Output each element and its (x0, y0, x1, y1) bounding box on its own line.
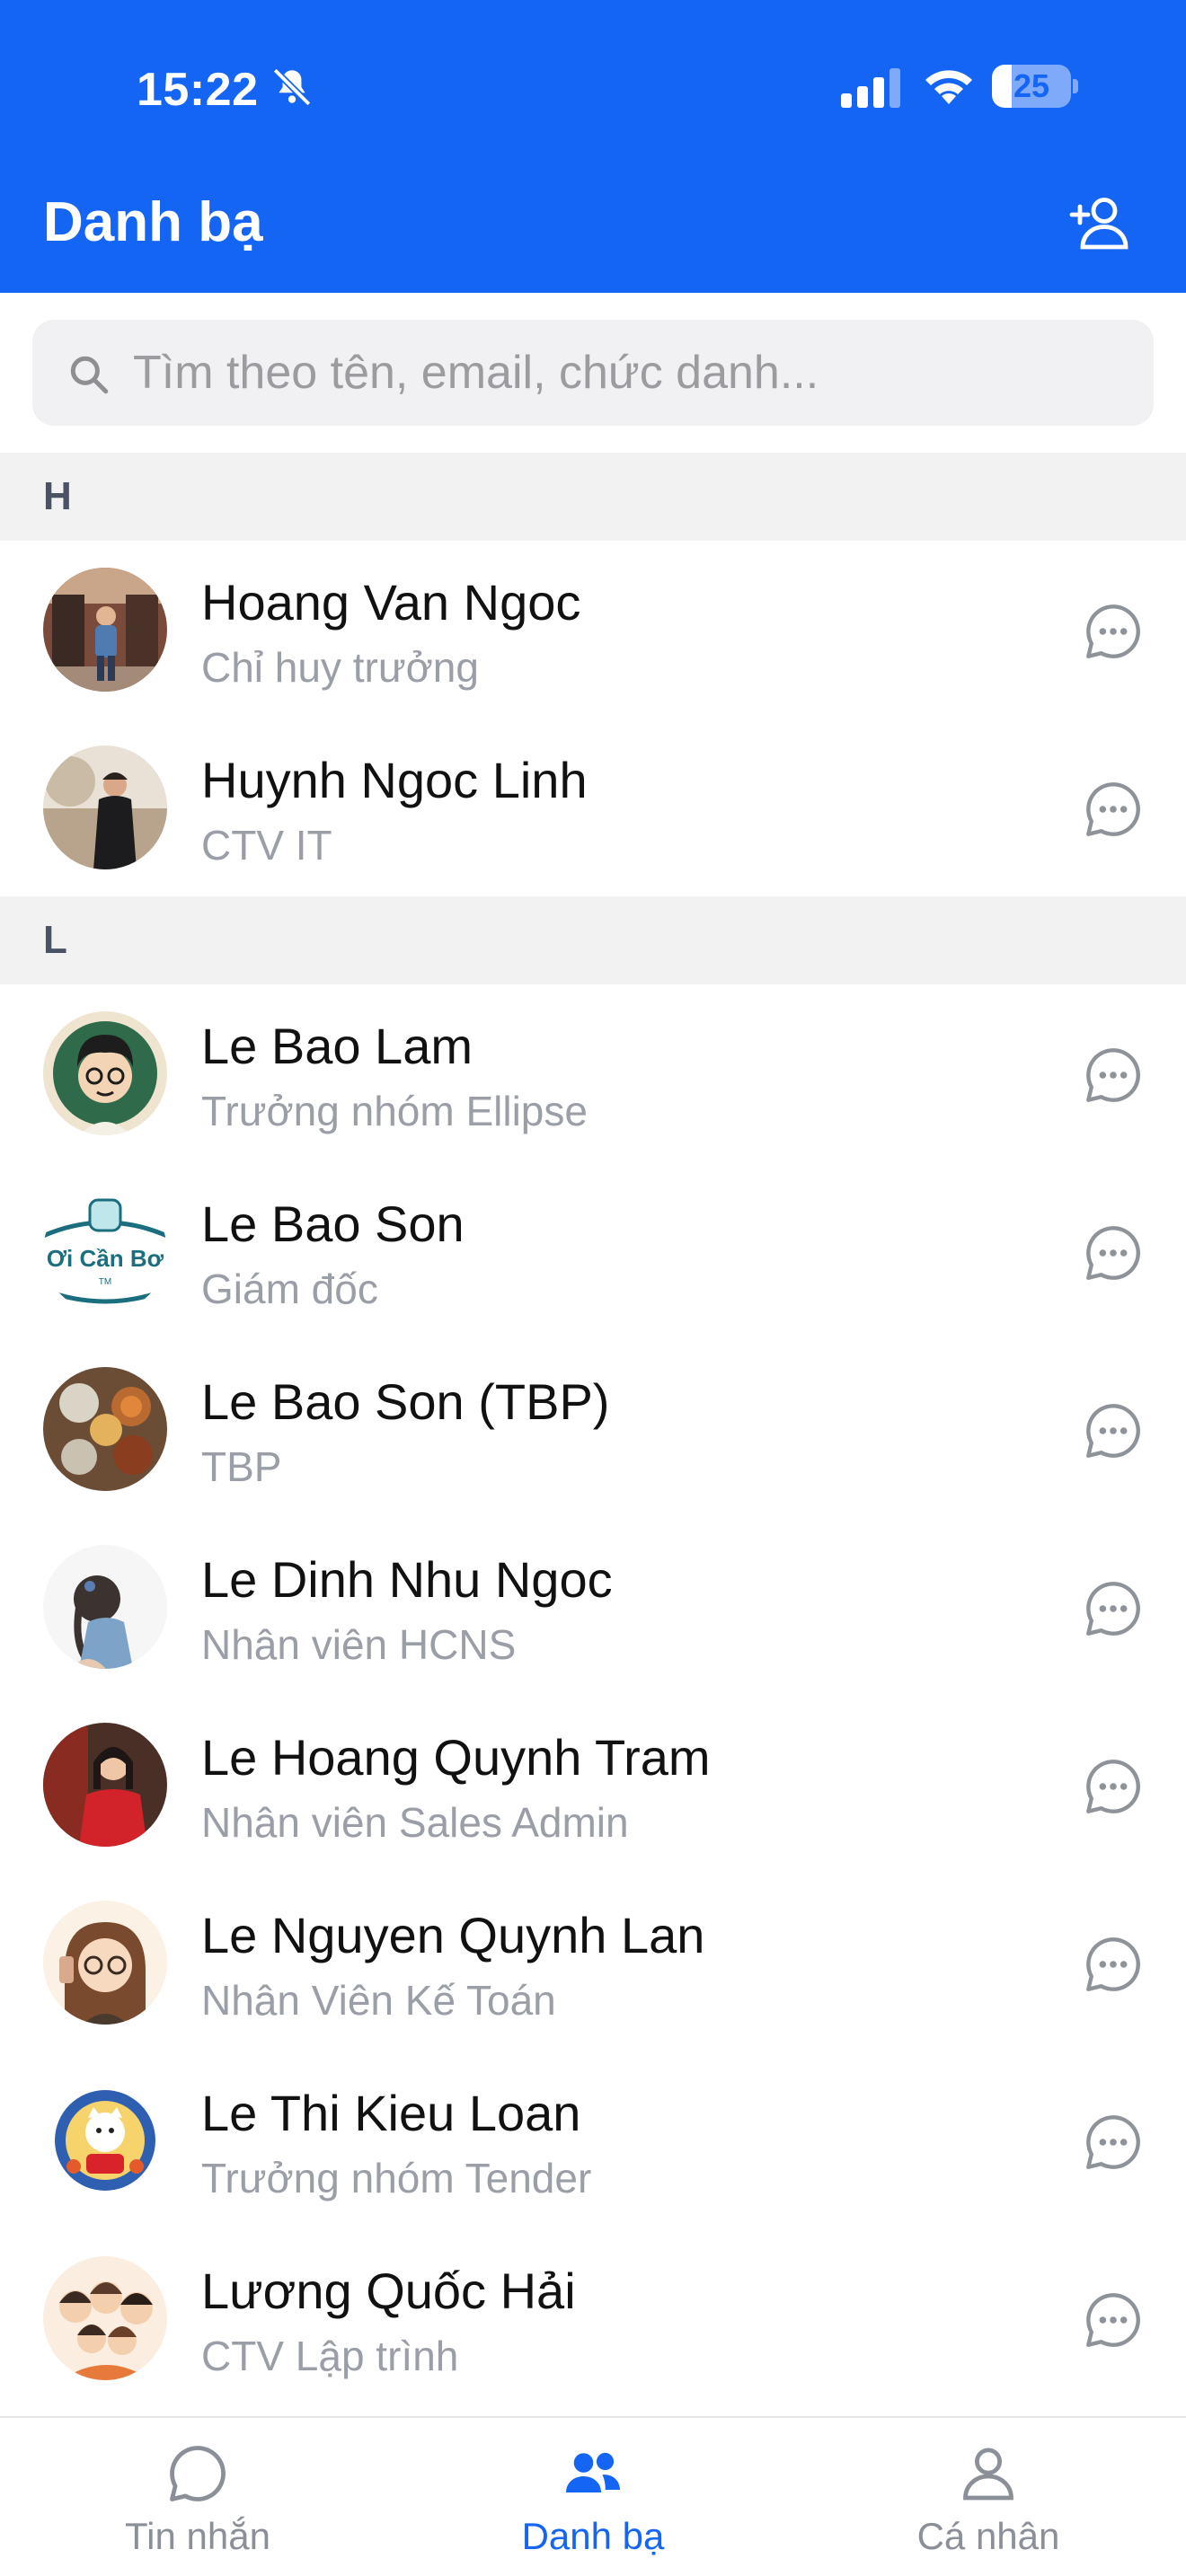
avatar: Ơi Cần Bơ TM (43, 1189, 167, 1313)
chat-bubble-icon[interactable] (1082, 778, 1145, 841)
contact-name: Le Bao Son (201, 1195, 465, 1252)
search-icon (70, 356, 109, 394)
search-input[interactable] (133, 320, 1130, 426)
contacts-icon (566, 2452, 620, 2492)
wifi-icon (925, 70, 972, 104)
avatar (43, 1545, 167, 1669)
contact-title: Nhân viên Sales Admin (201, 1799, 629, 1846)
contact-name: Le Dinh Nhu Ngoc (201, 1551, 613, 1608)
contact-title: Trưởng nhóm Tender (201, 2155, 592, 2201)
contact-row[interactable]: Le Dinh Nhu Ngoc Nhân viên HCNS (0, 1518, 1186, 1696)
chat-bubble-icon[interactable] (1082, 2111, 1145, 2174)
chat-bubble-icon[interactable] (1082, 1933, 1145, 1996)
chat-bubble-icon[interactable] (1082, 1399, 1145, 1462)
contact-title: CTV IT (201, 822, 332, 869)
contact-name: Le Thi Kieu Loan (201, 2085, 581, 2141)
contact-title: Nhân Viên Kế Toán (201, 1977, 556, 2024)
add-person-icon[interactable] (1069, 190, 1134, 255)
contact-row[interactable]: Le Bao Son (TBP) TBP (0, 1340, 1186, 1518)
contact-name: Le Bao Son (TBP) (201, 1373, 610, 1430)
avatar (43, 1367, 167, 1491)
chat-bubble-icon (170, 2446, 226, 2501)
contact-title: Trưởng nhóm Ellipse (201, 1088, 588, 1134)
chat-bubble-icon[interactable] (1082, 2289, 1145, 2351)
section-header-h: H (0, 453, 1186, 541)
tab-label: Danh bạ (521, 2515, 665, 2557)
contact-row[interactable]: Ơi Cần Bơ TM Le Bao Son Giám đốc (0, 1162, 1186, 1340)
contact-title: CTV Lập trình (201, 2333, 459, 2379)
search-bar[interactable] (32, 320, 1154, 426)
avatar (43, 1723, 167, 1847)
battery-icon: 25 (992, 65, 1078, 108)
section-letter: L (43, 918, 67, 962)
contact-name: Le Nguyen Quynh Lan (201, 1907, 705, 1963)
tab-messages[interactable]: Tin nhắn (0, 2418, 395, 2576)
avatar (43, 568, 167, 692)
contact-title: Chỉ huy trưởng (201, 644, 479, 691)
avatar (43, 2256, 167, 2380)
chat-bubble-icon[interactable] (1082, 1044, 1145, 1107)
tab-label: Cá nhân (916, 2515, 1060, 2557)
contact-name: Huynh Ngoc Linh (201, 752, 588, 808)
tab-profile[interactable]: Cá nhân (791, 2418, 1186, 2576)
svg-text:TM: TM (99, 1277, 111, 1287)
contact-title: Giám đốc (201, 1266, 378, 1312)
contact-name: Le Bao Lam (201, 1018, 473, 1074)
svg-text:Ơi Cần Bơ: Ơi Cần Bơ (47, 1245, 164, 1272)
bell-off-icon (272, 67, 312, 107)
avatar (43, 2078, 167, 2202)
battery-level: 25 (1013, 67, 1050, 104)
tab-bar: Tin nhắn Danh bạ Cá nhân (0, 2416, 1186, 2576)
contact-row[interactable]: Hoang Van Ngoc Chỉ huy trưởng (0, 541, 1186, 719)
chat-bubble-icon[interactable] (1082, 600, 1145, 663)
chat-bubble-icon[interactable] (1082, 1755, 1145, 1818)
contact-row[interactable]: Le Nguyen Quynh Lan Nhân Viên Kế Toán (0, 1874, 1186, 2051)
section-letter: H (43, 474, 72, 518)
tab-label: Tin nhắn (125, 2515, 270, 2557)
contact-row[interactable]: Le Bao Lam Trưởng nhóm Ellipse (0, 984, 1186, 1162)
section-header-l: L (0, 896, 1186, 984)
contact-row[interactable]: Lương Quốc Hải CTV Lập trình (0, 2229, 1186, 2407)
avatar (43, 745, 167, 869)
contact-name: Hoang Van Ngoc (201, 574, 581, 631)
person-icon (963, 2448, 1013, 2501)
contact-title: Nhân viên HCNS (201, 1621, 517, 1668)
tab-contacts[interactable]: Danh bạ (395, 2418, 791, 2576)
contact-row[interactable]: Le Thi Kieu Loan Trưởng nhóm Tender (0, 2051, 1186, 2229)
avatar (43, 1011, 167, 1135)
app-header: 15:22 25 Danh bạ (0, 0, 1186, 293)
status-time: 15:22 (137, 64, 259, 116)
page-title: Danh bạ (43, 191, 263, 253)
avatar (43, 1901, 167, 2025)
chat-bubble-icon[interactable] (1082, 1222, 1145, 1284)
contact-row[interactable]: Huynh Ngoc Linh CTV IT (0, 719, 1186, 896)
contact-name: Lương Quốc Hải (201, 2263, 576, 2319)
cellular-signal-icon (841, 68, 900, 108)
contact-row[interactable]: Le Hoang Quynh Tram Nhân viên Sales Admi… (0, 1696, 1186, 1874)
chat-bubble-icon[interactable] (1082, 1577, 1145, 1640)
contact-title: TBP (201, 1443, 282, 1490)
contact-name: Le Hoang Quynh Tram (201, 1729, 711, 1786)
